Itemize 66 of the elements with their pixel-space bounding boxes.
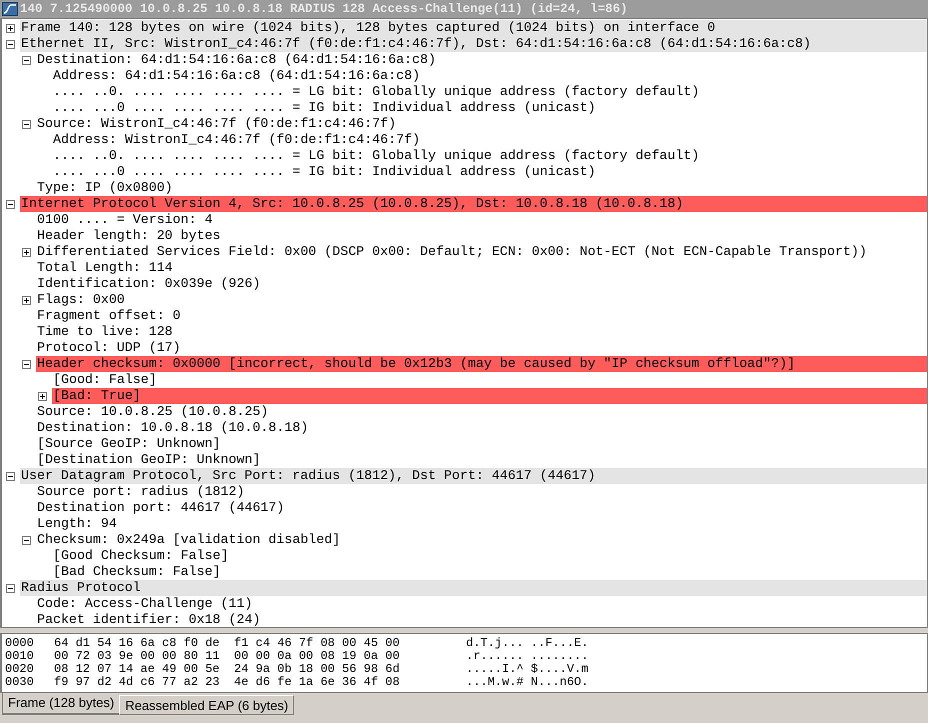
tree-item[interactable]: Length: 94 [36, 516, 117, 532]
tree-item[interactable]: [Good Checksum: False] [52, 548, 229, 564]
hex-bytes: 64 d1 54 16 6a c8 f0 de f1 c4 46 7f 08 00 45 00 [54, 637, 401, 650]
protocol-header[interactable]: Frame 140: 128 bytes on wire (1024 bits), 128 bytes captured (1024 bits) on interface 0 [20, 20, 927, 36]
hex-bytes: 00 72 03 9e 00 00 80 11 00 00 0a 00 08 19 0a 00 [54, 650, 401, 663]
protocol-header[interactable]: Radius Protocol [20, 580, 927, 596]
tree-item[interactable]: [Destination GeoIP: Unknown] [36, 452, 260, 468]
tree-item[interactable]: Destination: 10.0.8.18 (10.0.8.18) [36, 420, 308, 436]
tree-item[interactable]: [Bad: True] [52, 388, 927, 404]
tree-item[interactable]: Address: WistronI_c4:46:7f (f0:de:f1:c4:46:7f) [52, 132, 420, 148]
tree-item[interactable]: Checksum: 0x249a [validation disabled] [36, 532, 340, 548]
tree-item[interactable]: .... ..0. .... .... .... .... = LG bit: Globally unique address (factory default) [52, 84, 700, 100]
hex-offset: 0010 [5, 650, 35, 663]
collapse-icon[interactable] [6, 584, 15, 592]
tree-item[interactable]: Header length: 20 bytes [36, 228, 221, 244]
collapse-icon[interactable] [22, 360, 31, 368]
app-icon [2, 2, 18, 16]
tree-item[interactable]: [Good: False] [52, 372, 157, 388]
ascii-text: ...M.w.# N...n6O. [466, 676, 588, 689]
ascii-text: d.T.j... ..F...E. [466, 637, 588, 650]
tab[interactable]: Reassembled EAP (6 bytes) [119, 695, 294, 715]
hex-offset: 0000 [5, 637, 35, 650]
hex-bytes: f9 97 d2 4d c6 77 a2 23 4e d6 fe 1a 6e 36 4f 08 [54, 676, 401, 689]
expand-icon[interactable] [22, 296, 31, 304]
tree-item[interactable]: Destination port: 44617 (44617) [36, 500, 284, 516]
tree-item[interactable]: [Bad Checksum: False] [52, 564, 221, 580]
expand-icon[interactable] [38, 392, 47, 400]
hex-offset: 0020 [5, 663, 35, 676]
tree-item[interactable]: Internet Protocol Version 4, Src: 10.0.8.25 (10.0.8.25), Dst: 10.0.8.18 (10.0.8.18) [20, 196, 927, 212]
hex-offset: 0030 [5, 676, 35, 689]
ascii-text: .....I.^ $....V.m [466, 663, 588, 676]
protocol-header[interactable]: Ethernet II, Src: WistronI_c4:46:7f (f0:de:f1:c4:46:7f), Dst: 64:d1:54:16:6a:c8 (64:d1:54:16:6a:c8) [20, 36, 927, 52]
tab[interactable]: Frame (128 bytes) [2, 693, 120, 715]
collapse-icon[interactable] [22, 120, 31, 128]
collapse-icon[interactable] [6, 200, 15, 208]
tree-item[interactable]: Code: Access-Challenge (11) [36, 596, 252, 612]
tree-item[interactable]: Header checksum: 0x0000 [incorrect, should be 0x12b3 (may be caused by "IP checksum offload"?)] [36, 356, 927, 372]
tree-item[interactable]: Source: WistronI_c4:46:7f (f0:de:f1:c4:46:7f) [36, 116, 396, 132]
tree-item[interactable]: Identification: 0x039e (926) [36, 276, 260, 292]
tree-item[interactable]: .... ...0 .... .... .... .... = IG bit: Individual address (unicast) [52, 100, 596, 116]
hex-bytes: 08 12 07 14 ae 49 00 5e 24 9a 0b 18 00 56 98 6d [54, 663, 401, 676]
tree-item[interactable]: Type: IP (0x0800) [36, 180, 173, 196]
expand-icon[interactable] [6, 24, 15, 32]
tree-item[interactable]: Total Length: 114 [36, 260, 173, 276]
tree-item[interactable]: Differentiated Services Field: 0x00 (DSCP 0x00: Default; ECN: 0x00: Not-ECT (Not ECN-Capable Transport)) [36, 244, 867, 260]
tree-item[interactable]: 0100 .... = Version: 4 [36, 212, 213, 228]
collapse-icon[interactable] [6, 40, 15, 48]
tree-item[interactable]: Protocol: UDP (17) [36, 340, 181, 356]
tree-item[interactable]: Flags: 0x00 [36, 292, 125, 308]
collapse-icon[interactable] [22, 56, 31, 64]
expand-icon[interactable] [22, 248, 31, 256]
ascii-text: .r...... ........ [466, 650, 588, 663]
tree-item[interactable]: Address: 64:d1:54:16:6a:c8 (64:d1:54:16:6a:c8) [52, 68, 420, 84]
collapse-icon[interactable] [6, 472, 15, 480]
tree-item[interactable]: .... ..0. .... .... .... .... = LG bit: Globally unique address (factory default) [52, 148, 700, 164]
tree-item[interactable]: Destination: 64:d1:54:16:6a:c8 (64:d1:54:16:6a:c8) [36, 52, 436, 68]
tree-item[interactable]: Packet identifier: 0x18 (24) [36, 612, 260, 627]
tree-item[interactable]: .... ...0 .... .... .... .... = IG bit: Individual address (unicast) [52, 164, 596, 180]
tree-item[interactable]: Source port: radius (1812) [36, 484, 244, 500]
collapse-icon[interactable] [22, 536, 31, 544]
tree-item[interactable]: Time to live: 128 [36, 324, 173, 340]
tree-item[interactable]: Fragment offset: 0 [36, 308, 181, 324]
tree-item[interactable]: [Source GeoIP: Unknown] [36, 436, 221, 452]
window-title: 140 7.125490000 10.0.8.25 10.0.8.18 RADIUS 128 Access-Challenge(11) (id=24, l=86) [20, 2, 628, 16]
tree-item[interactable]: Source: 10.0.8.25 (10.0.8.25) [36, 404, 268, 420]
protocol-header[interactable]: User Datagram Protocol, Src Port: radius (1812), Dst Port: 44617 (44617) [20, 468, 927, 484]
